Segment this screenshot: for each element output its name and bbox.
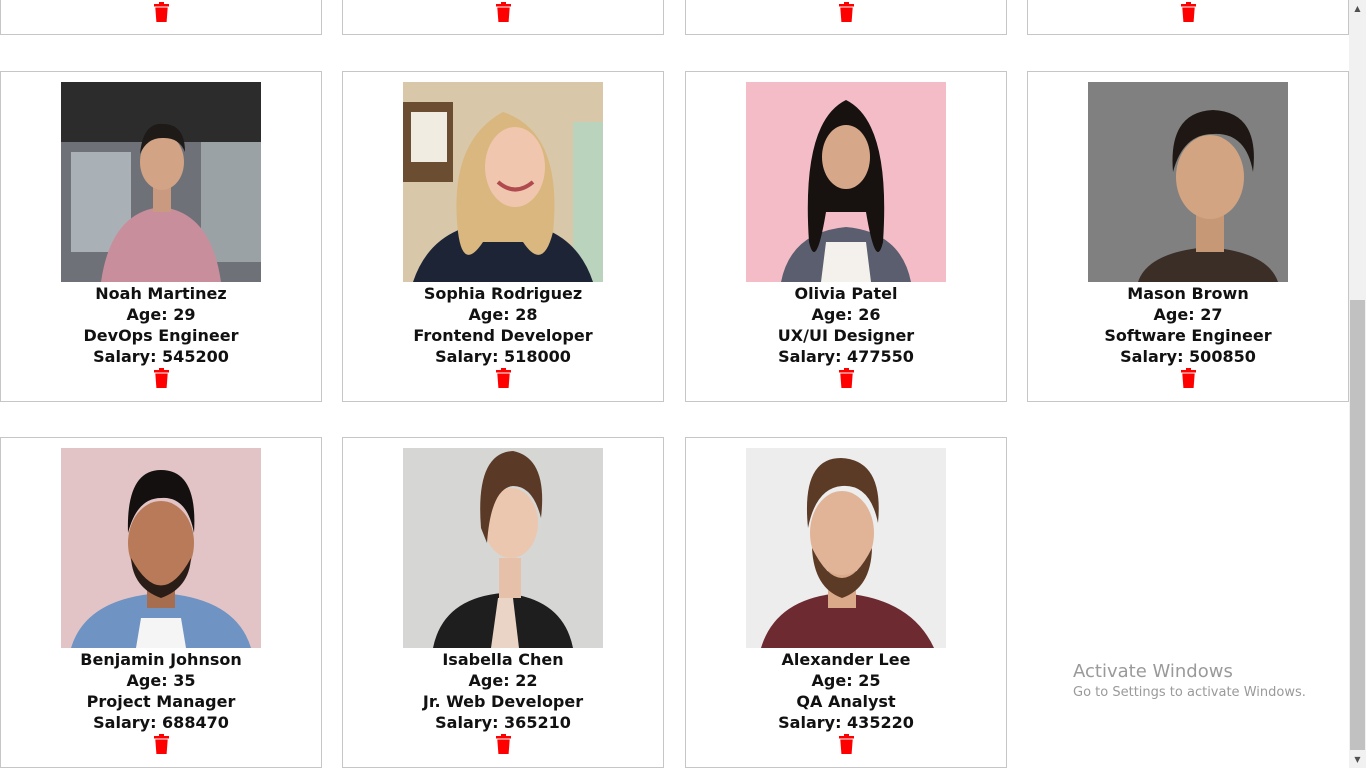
employee-age: Age: 35 — [126, 671, 196, 690]
scrollbar-thumb[interactable] — [1350, 300, 1365, 750]
employee-role: DevOps Engineer — [83, 326, 239, 345]
trash-icon[interactable] — [1180, 368, 1197, 388]
trash-icon[interactable] — [1180, 2, 1197, 22]
employee-name: Noah Martinez — [95, 284, 227, 303]
employee-photo — [746, 448, 946, 648]
trash-icon[interactable] — [838, 2, 855, 22]
scroll-up-arrow-icon[interactable]: ▲ — [1349, 0, 1366, 17]
employee-role: Software Engineer — [1104, 326, 1272, 345]
employee-photo — [403, 82, 603, 282]
employee-card: Isabella Chen Age: 22 Jr. Web Developer … — [342, 437, 664, 768]
employee-salary: Salary: 518000 — [435, 347, 571, 366]
employee-card: Noah Martinez Age: 29 DevOps Engineer Sa… — [0, 71, 322, 402]
activate-windows-watermark: Activate Windows Go to Settings to activ… — [1073, 660, 1306, 702]
employee-age: Age: 25 — [811, 671, 881, 690]
employee-salary: Salary: 500850 — [1120, 347, 1256, 366]
employee-info: Alexander Lee Age: 25 QA Analyst Salary:… — [686, 649, 1006, 733]
employee-info: Isabella Chen Age: 22 Jr. Web Developer … — [343, 649, 663, 733]
employee-card — [0, 0, 322, 35]
trash-icon[interactable] — [495, 2, 512, 22]
employee-info: Mason Brown Age: 27 Software Engineer Sa… — [1028, 283, 1348, 367]
employee-photo — [403, 448, 603, 648]
trash-icon[interactable] — [153, 734, 170, 754]
watermark-subtitle: Go to Settings to activate Windows. — [1073, 685, 1306, 700]
employee-age: Age: 29 — [126, 305, 196, 324]
employee-age: Age: 28 — [468, 305, 538, 324]
trash-icon[interactable] — [153, 2, 170, 22]
employee-age: Age: 26 — [811, 305, 881, 324]
employee-card: Sophia Rodriguez Age: 28 Frontend Develo… — [342, 71, 664, 402]
employee-age: Age: 22 — [468, 671, 538, 690]
employee-info: Olivia Patel Age: 26 UX/UI Designer Sala… — [686, 283, 1006, 367]
employee-photo — [1088, 82, 1288, 282]
employee-card: Benjamin Johnson Age: 35 Project Manager… — [0, 437, 322, 768]
employee-card — [1027, 0, 1349, 35]
employee-info: Benjamin Johnson Age: 35 Project Manager… — [1, 649, 321, 733]
employee-card — [342, 0, 664, 35]
employee-card: Mason Brown Age: 27 Software Engineer Sa… — [1027, 71, 1349, 402]
employee-name: Alexander Lee — [781, 650, 911, 669]
employee-name: Benjamin Johnson — [80, 650, 242, 669]
employee-salary: Salary: 545200 — [93, 347, 229, 366]
employee-photo — [61, 448, 261, 648]
employee-photo — [746, 82, 946, 282]
employee-card: Olivia Patel Age: 26 UX/UI Designer Sala… — [685, 71, 1007, 402]
trash-icon[interactable] — [495, 734, 512, 754]
employee-name: Sophia Rodriguez — [423, 284, 583, 303]
trash-icon[interactable] — [153, 368, 170, 388]
employee-salary: Salary: 477550 — [778, 347, 914, 366]
employee-role: Project Manager — [86, 692, 236, 711]
employee-name: Olivia Patel — [794, 284, 898, 303]
employee-role: UX/UI Designer — [777, 326, 915, 345]
employee-grid: Noah Martinez Age: 29 DevOps Engineer Sa… — [0, 0, 1349, 768]
employee-role: QA Analyst — [796, 692, 896, 711]
employee-role: Frontend Developer — [413, 326, 593, 345]
employee-info: Sophia Rodriguez Age: 28 Frontend Develo… — [343, 283, 663, 367]
trash-icon[interactable] — [838, 734, 855, 754]
employee-name: Mason Brown — [1127, 284, 1249, 303]
employee-role: Jr. Web Developer — [422, 692, 584, 711]
employee-card: Alexander Lee Age: 25 QA Analyst Salary:… — [685, 437, 1007, 768]
employee-age: Age: 27 — [1153, 305, 1223, 324]
employee-card — [685, 0, 1007, 35]
scroll-down-arrow-icon[interactable]: ▼ — [1349, 751, 1366, 768]
watermark-title: Activate Windows — [1073, 661, 1233, 682]
employee-photo — [61, 82, 261, 282]
trash-icon[interactable] — [838, 368, 855, 388]
employee-info: Noah Martinez Age: 29 DevOps Engineer Sa… — [1, 283, 321, 367]
employee-salary: Salary: 688470 — [93, 713, 229, 732]
employee-name: Isabella Chen — [442, 650, 564, 669]
trash-icon[interactable] — [495, 368, 512, 388]
employee-salary: Salary: 365210 — [435, 713, 571, 732]
employee-salary: Salary: 435220 — [778, 713, 914, 732]
